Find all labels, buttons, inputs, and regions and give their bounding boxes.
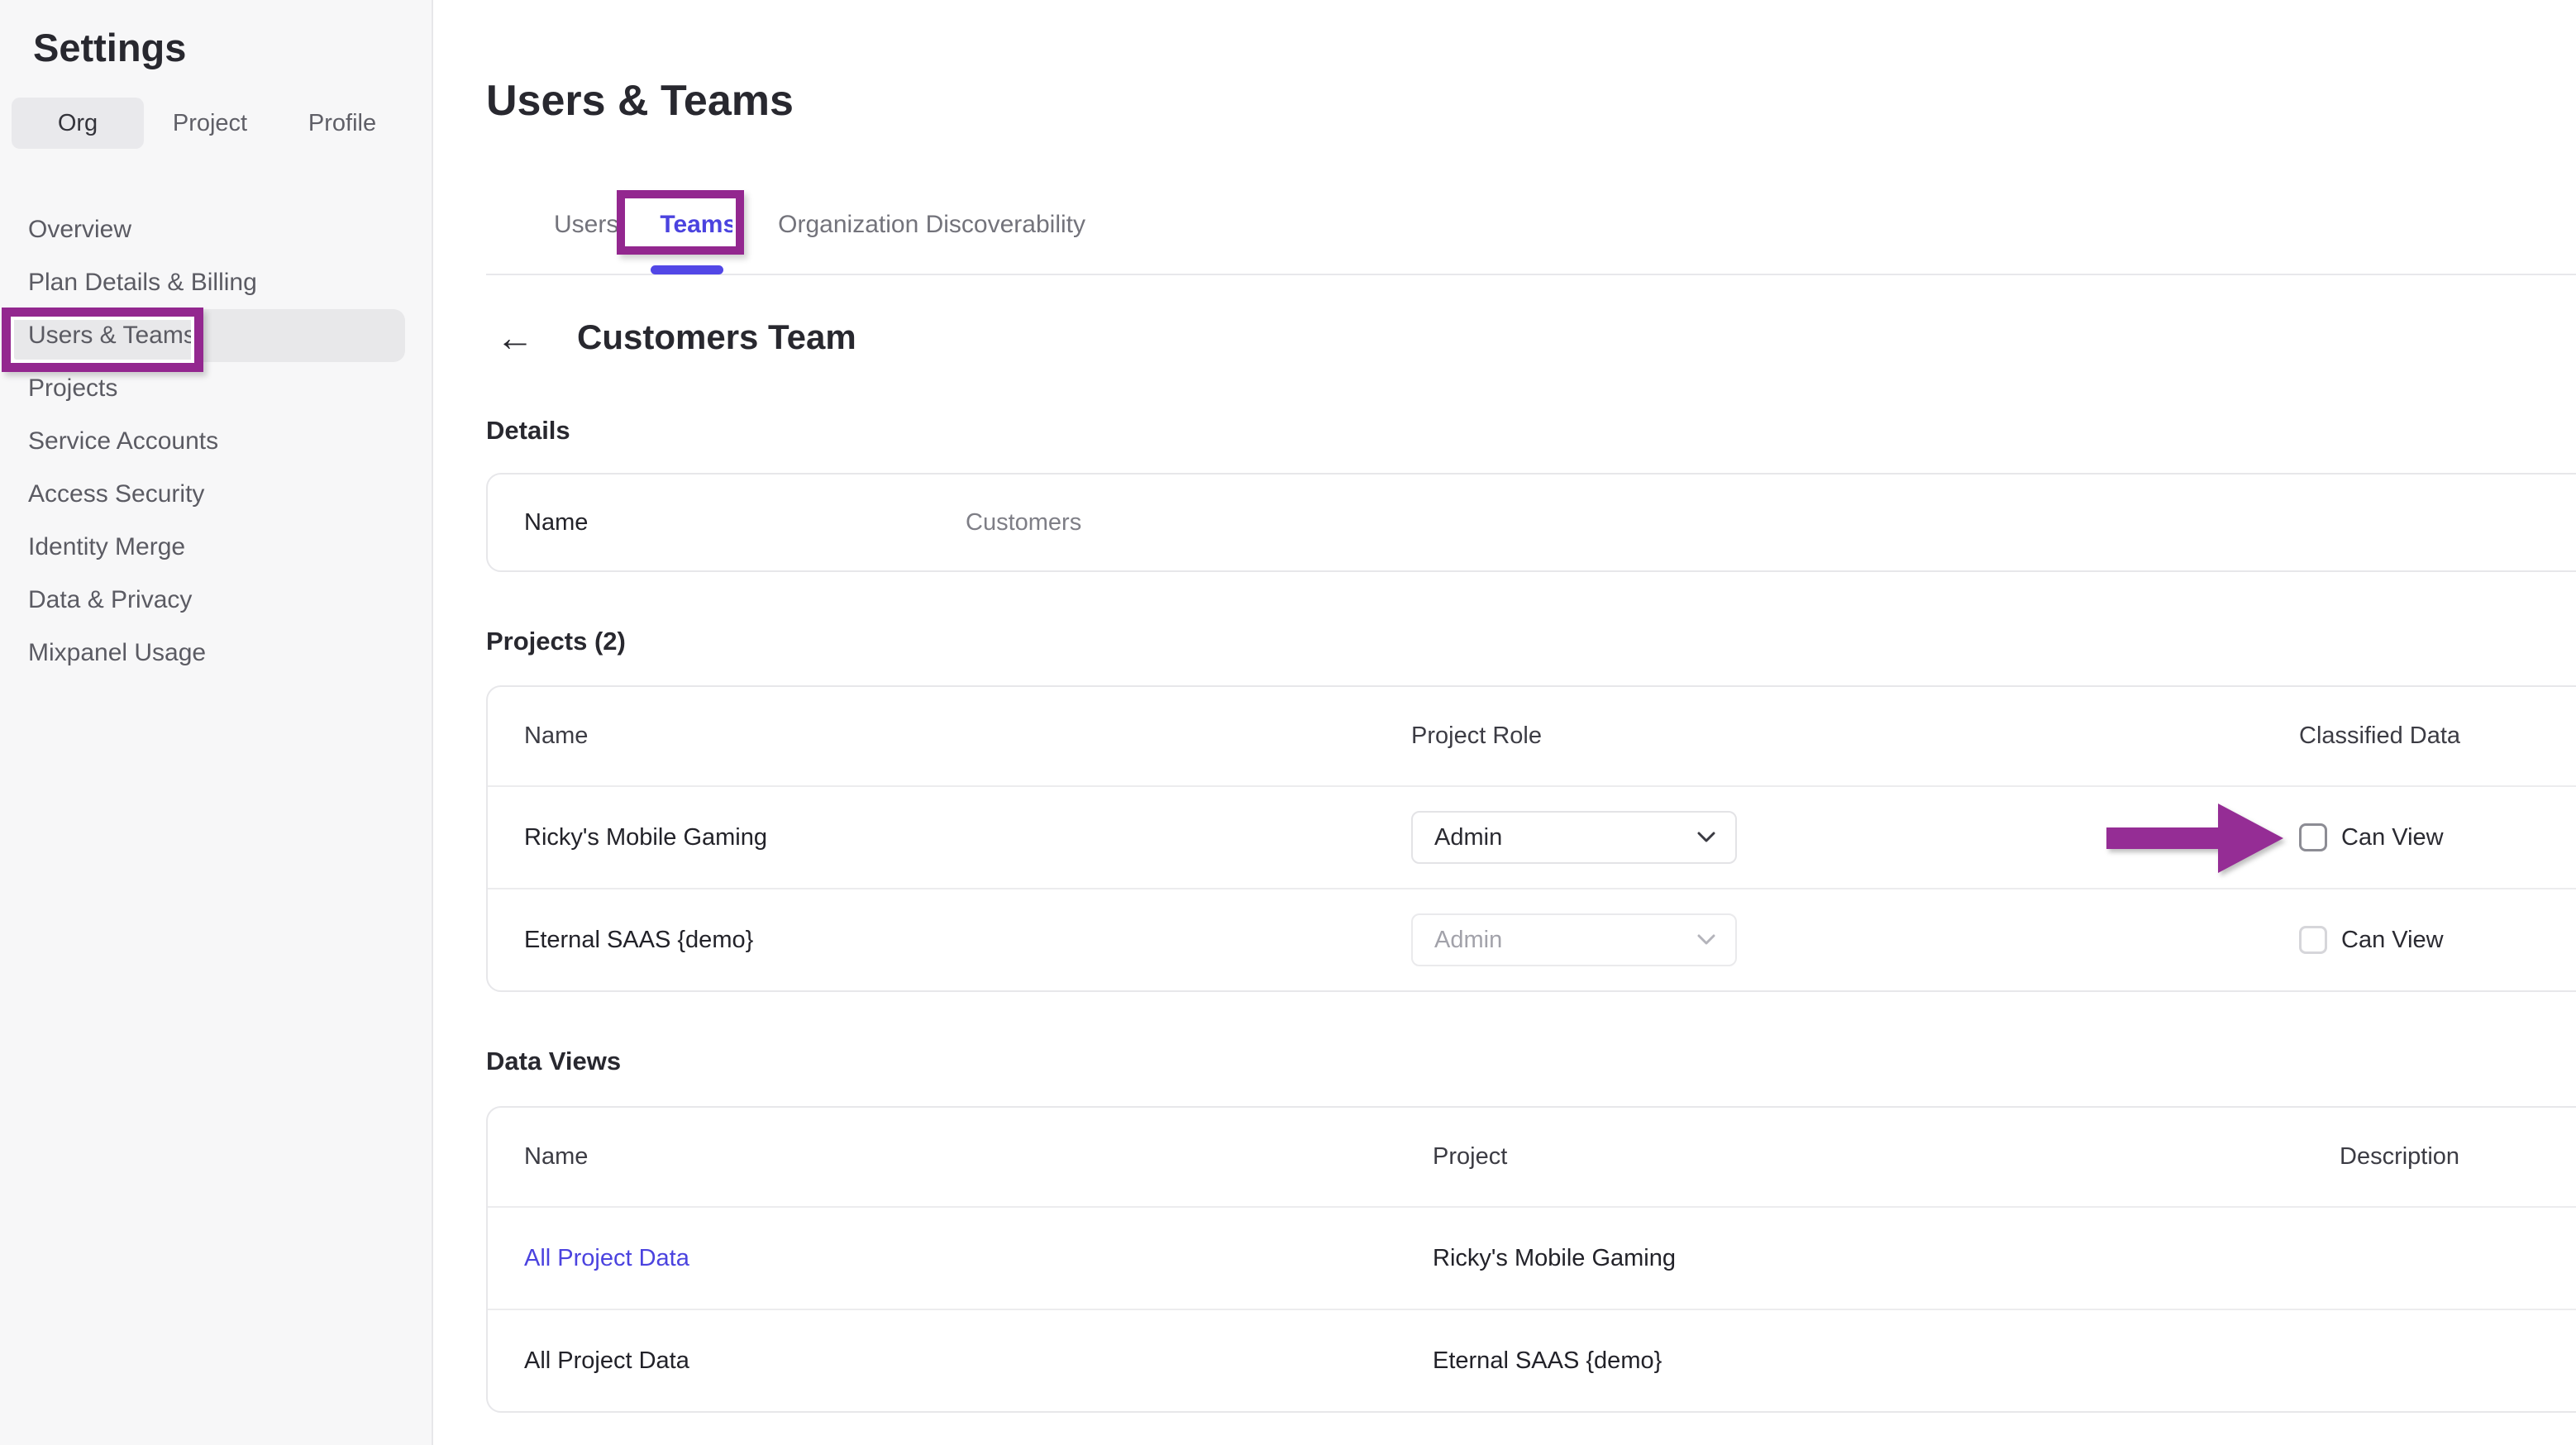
active-tab-indicator — [651, 265, 723, 274]
data-views-heading: Data Views — [486, 1047, 621, 1076]
sidebar-item-plan-details-billing[interactable]: Plan Details & Billing — [0, 256, 433, 309]
sidebar-title: Settings — [33, 25, 186, 70]
team-header: ← Customers Team — [496, 317, 856, 357]
project-row-rickys-mobile-gaming: Ricky's Mobile Gaming Admin Can View — [488, 785, 2576, 888]
column-header-name: Name — [488, 722, 1411, 750]
can-view-checkbox[interactable] — [2299, 926, 2327, 954]
data-view-name: All Project Data — [488, 1347, 1433, 1375]
project-role-select[interactable]: Admin — [1411, 811, 1737, 864]
page-title: Users & Teams — [486, 76, 794, 126]
chevron-down-icon — [1697, 934, 1715, 946]
sidebar-item-identity-merge[interactable]: Identity Merge — [0, 521, 433, 574]
data-view-project: Ricky's Mobile Gaming — [1433, 1245, 2340, 1272]
tab-organization-discoverability[interactable]: Organization Discoverability — [778, 208, 1085, 241]
users-teams-tabs: Users Teams Organization Discoverability — [554, 208, 1085, 241]
projects-table: Name Project Role Classified Data Ricky'… — [486, 685, 2576, 992]
project-name: Eternal SAAS {demo} — [488, 927, 1411, 954]
sidebar-item-overview[interactable]: Overview — [0, 203, 433, 256]
tab-users[interactable]: Users — [554, 208, 618, 241]
data-view-row: All Project Data Eternal SAAS {demo} — [488, 1309, 2576, 1411]
data-views-table: Name Project Description All Project Dat… — [486, 1106, 2576, 1413]
projects-heading: Projects (2) — [486, 627, 626, 656]
details-name-value: Customers — [966, 509, 2576, 537]
sidebar-item-mixpanel-usage[interactable]: Mixpanel Usage — [0, 627, 433, 680]
column-header-project: Project — [1433, 1143, 2340, 1171]
project-row-eternal-saas-demo: Eternal SAAS {demo} Admin Can View — [488, 888, 2576, 990]
projects-table-header: Name Project Role Classified Data — [488, 687, 2576, 785]
data-view-row: All Project Data Ricky's Mobile Gaming — [488, 1206, 2576, 1309]
details-name-label: Name — [488, 509, 966, 537]
data-views-table-header: Name Project Description — [488, 1108, 2576, 1206]
tab-teams[interactable]: Teams — [660, 208, 737, 241]
details-row: Name Customers — [488, 475, 2576, 570]
can-view-label: Can View — [2341, 927, 2444, 954]
scope-tab-project[interactable]: Project — [144, 98, 276, 149]
project-role-value: Admin — [1434, 927, 1502, 954]
settings-sidebar: Settings Org Project Profile Overview Pl… — [0, 0, 433, 1445]
back-arrow-icon[interactable]: ← — [496, 317, 534, 357]
scope-tab-profile[interactable]: Profile — [276, 98, 408, 149]
sidebar-item-access-security[interactable]: Access Security — [0, 468, 433, 521]
tabs-divider — [486, 274, 2576, 275]
column-header-name: Name — [488, 1143, 1433, 1171]
data-view-project: Eternal SAAS {demo} — [1433, 1347, 2340, 1375]
scope-tab-org[interactable]: Org — [12, 98, 144, 149]
sidebar-item-users-teams[interactable]: Users & Teams — [0, 309, 433, 362]
project-role-select-disabled: Admin — [1411, 913, 1737, 966]
can-view-label: Can View — [2341, 824, 2444, 851]
sidebar-item-data-privacy[interactable]: Data & Privacy — [0, 574, 433, 627]
sidebar-nav: Overview Plan Details & Billing Users & … — [0, 203, 433, 680]
column-header-description: Description — [2340, 1143, 2576, 1171]
settings-scope-tabs: Org Project Profile — [12, 98, 408, 149]
data-view-name-link[interactable]: All Project Data — [488, 1245, 1433, 1272]
project-name: Ricky's Mobile Gaming — [488, 824, 1411, 851]
can-view-checkbox[interactable] — [2299, 823, 2327, 851]
sidebar-item-projects[interactable]: Projects — [0, 362, 433, 415]
details-table: Name Customers — [486, 473, 2576, 572]
chevron-down-icon — [1697, 832, 1715, 843]
column-header-project-role: Project Role — [1411, 722, 2299, 750]
project-role-value: Admin — [1434, 824, 1502, 851]
sidebar-item-service-accounts[interactable]: Service Accounts — [0, 415, 433, 468]
team-title: Customers Team — [577, 317, 856, 357]
column-header-classified-data: Classified Data — [2299, 722, 2576, 750]
details-heading: Details — [486, 416, 570, 446]
